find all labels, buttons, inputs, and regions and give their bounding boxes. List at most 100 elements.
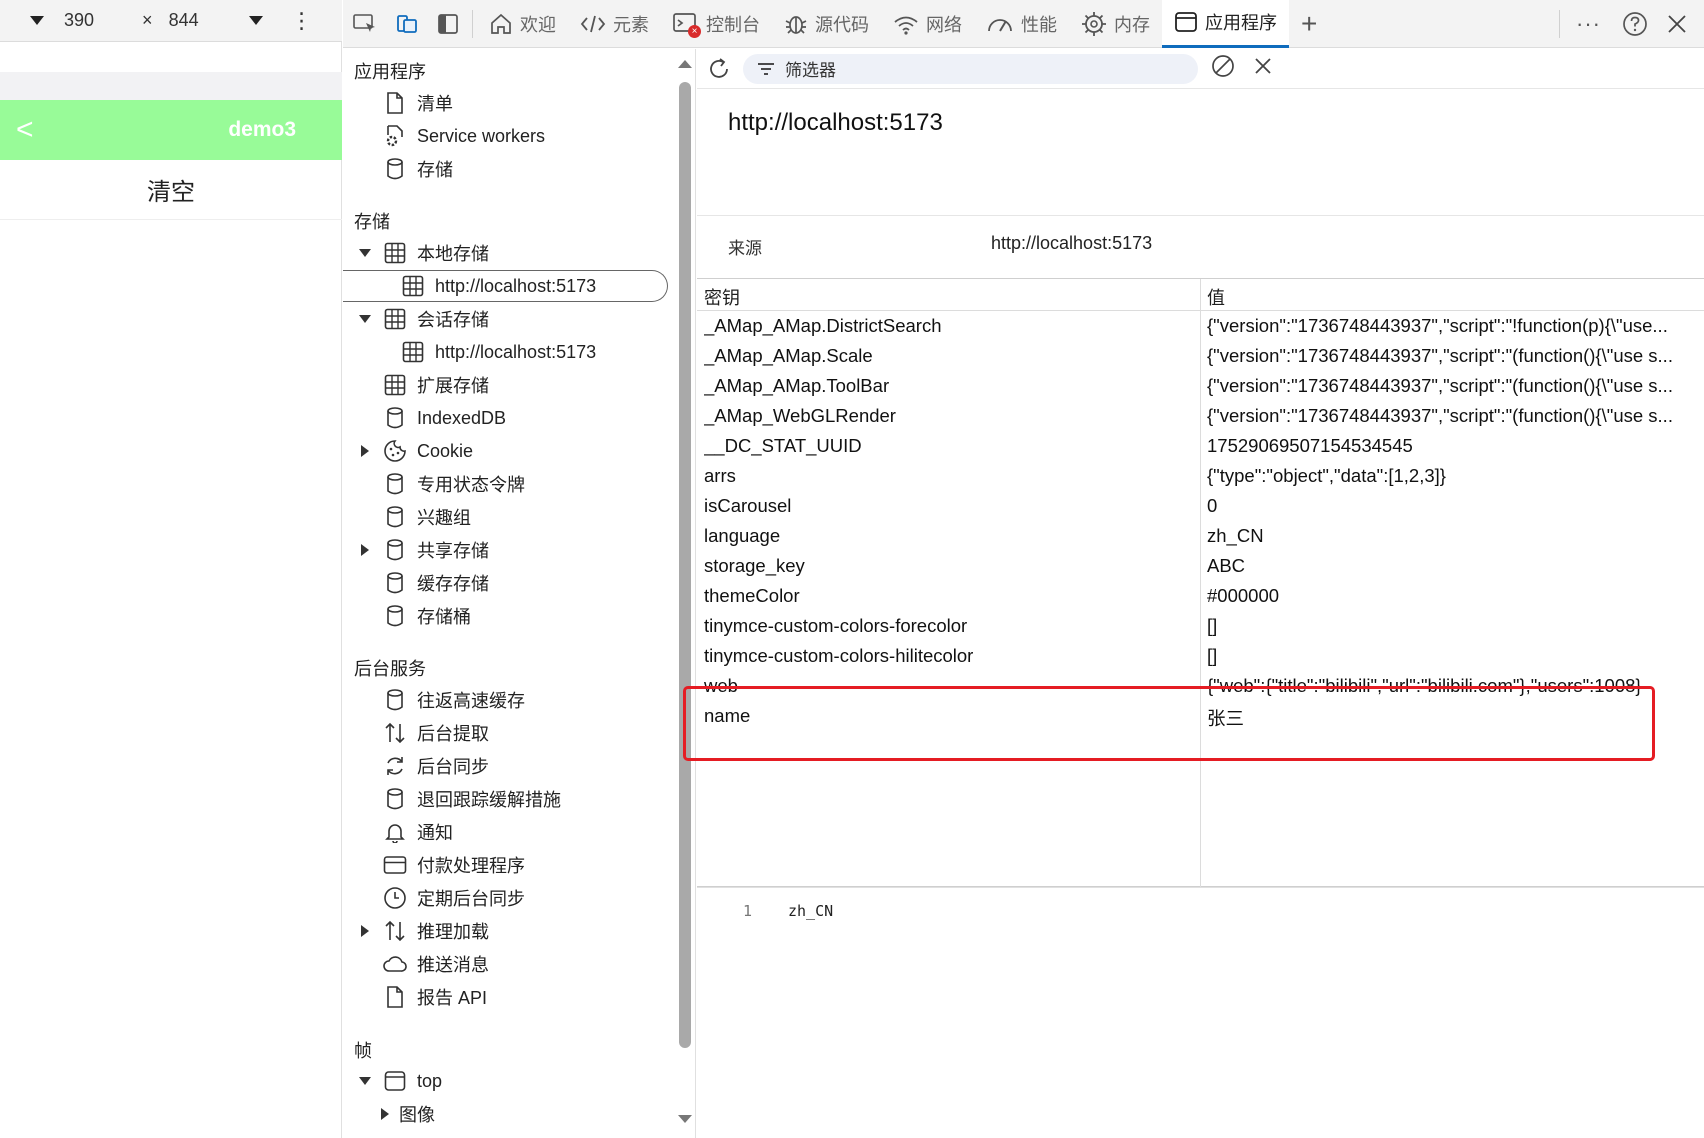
sidebar-item-storage-buckets[interactable]: 存储桶 [383,600,471,632]
more-options-icon[interactable]: ··· [1564,0,1613,48]
sidebar-item-shared-storage[interactable]: 共享存储 [359,534,489,566]
filter-input[interactable]: 筛选器 [743,53,1198,84]
collapse-arrow-icon[interactable] [381,1108,389,1120]
expand-arrow-icon[interactable] [359,1077,371,1085]
device-dropdown-icon[interactable] [30,16,44,25]
expand-arrow-icon[interactable] [359,249,371,257]
row-value[interactable]: {"version":"1736748443937","script":"(fu… [1207,405,1697,427]
tab-sources[interactable]: 源代码 [772,0,881,48]
row-key[interactable]: arrs [704,465,1194,487]
column-header-value[interactable]: 值 [1207,284,1225,310]
sidebar-item-speculative-loads[interactable]: 推理加载 [359,915,489,947]
table-row[interactable]: language zh_CN [697,521,1704,551]
sidebar-item-payment-handler[interactable]: 付款处理程序 [383,849,525,881]
throttle-dropdown-icon[interactable] [248,16,263,25]
refresh-icon[interactable] [699,49,739,89]
row-value[interactable]: {"version":"1736748443937","script":"(fu… [1207,345,1697,367]
collapse-arrow-icon[interactable] [361,925,369,937]
sidebar-item-manifest[interactable]: 清单 [383,87,453,119]
table-row[interactable]: tinymce-custom-colors-forecolor [] [697,611,1704,641]
row-value[interactable]: {"version":"1736748443937","script":"!fu… [1207,315,1697,337]
row-value[interactable]: 17529069507154534545 [1207,435,1697,457]
sidebar-item-private-state-tokens[interactable]: 专用状态令牌 [383,468,525,500]
table-row[interactable]: themeColor #000000 [697,581,1704,611]
table-row[interactable]: arrs {"type":"object","data":[1,2,3]} [697,461,1704,491]
clear-button[interactable]: 清空 [0,160,342,220]
sidebar-item-bfcache[interactable]: 往返高速缓存 [383,684,525,716]
table-row[interactable]: _AMap_AMap.DistrictSearch {"version":"173… [697,311,1704,341]
sidebar-item-frame-top[interactable]: top [359,1065,442,1097]
sidebar-item-background-sync[interactable]: 后台同步 [383,750,489,782]
sidebar-item-bounce-tracking[interactable]: 退回跟踪缓解措施 [383,783,561,815]
row-key[interactable]: storage_key [704,555,1194,577]
table-row[interactable]: __DC_STAT_UUID 17529069507154534545 [697,431,1704,461]
sidebar-item-extension-storage[interactable]: 扩展存储 [383,369,489,401]
sidebar-item-periodic-sync[interactable]: 定期后台同步 [383,882,525,914]
table-row[interactable]: storage_key ABC [697,551,1704,581]
row-value[interactable]: 0 [1207,495,1697,517]
sidebar-item-local-origin[interactable]: http://localhost:5173 [401,270,596,302]
back-arrow-icon[interactable]: < [16,115,34,145]
device-more-icon[interactable]: ⋮ [291,8,313,34]
dock-side-icon[interactable] [428,0,468,48]
scroll-up-icon[interactable] [678,60,692,68]
sidebar-item-interest-groups[interactable]: 兴趣组 [383,501,471,533]
row-key[interactable]: themeColor [704,585,1194,607]
clear-all-icon[interactable] [1210,53,1236,84]
row-key[interactable]: __DC_STAT_UUID [704,435,1194,457]
sidebar-item-storage[interactable]: 存储 [383,153,453,185]
scroll-down-icon[interactable] [678,1115,692,1123]
table-row[interactable]: _AMap_AMap.ToolBar {"version":"1736748443… [697,371,1704,401]
tab-network[interactable]: 网络 [881,0,974,48]
delete-selected-icon[interactable] [1252,55,1274,82]
device-width-input[interactable]: 390 [64,10,94,31]
inspect-icon[interactable] [343,0,386,48]
expand-arrow-icon[interactable] [359,315,371,323]
row-key[interactable]: tinymce-custom-colors-forecolor [704,615,1194,637]
sidebar-item-session-storage[interactable]: 会话存储 [359,303,489,335]
row-key[interactable]: _AMap_AMap.DistrictSearch [704,315,1194,337]
sidebar-item-service-workers[interactable]: Service workers [383,120,545,152]
sidebar-item-cookie[interactable]: Cookie [359,435,473,467]
device-toggle-icon[interactable] [386,0,428,48]
row-key[interactable]: _AMap_AMap.Scale [704,345,1194,367]
row-value[interactable]: [] [1207,615,1697,637]
close-devtools-icon[interactable] [1657,0,1704,48]
row-key[interactable]: _AMap_AMap.ToolBar [704,375,1194,397]
table-row[interactable]: isCarousel 0 [697,491,1704,521]
device-height-input[interactable]: 844 [169,10,199,31]
row-value[interactable]: ABC [1207,555,1697,577]
scrollbar-thumb[interactable] [679,82,691,1048]
row-value[interactable]: [] [1207,645,1697,667]
sidebar-item-cache-storage[interactable]: 缓存存储 [383,567,489,599]
tab-application[interactable]: 应用程序 [1162,0,1289,48]
table-row[interactable]: _AMap_WebGLRender {"version":"17367484439… [697,401,1704,431]
sidebar-item-push-messaging[interactable]: 推送消息 [383,948,489,980]
sidebar-item-session-origin[interactable]: http://localhost:5173 [401,336,596,368]
row-key[interactable]: tinymce-custom-colors-hilitecolor [704,645,1194,667]
table-row[interactable]: tinymce-custom-colors-hilitecolor [] [697,641,1704,671]
sidebar-item-local-storage[interactable]: 本地存储 [359,237,489,269]
sidebar-item-background-fetch[interactable]: 后台提取 [383,717,489,749]
add-tab-button[interactable]: + [1289,0,1329,48]
collapse-arrow-icon[interactable] [361,544,369,556]
row-value[interactable]: {"type":"object","data":[1,2,3]} [1207,465,1697,487]
row-value[interactable]: #000000 [1207,585,1697,607]
sidebar-item-notifications[interactable]: 通知 [383,816,453,848]
tab-welcome[interactable]: 欢迎 [477,0,568,48]
row-value[interactable]: {"version":"1736748443937","script":"(fu… [1207,375,1697,397]
tab-console[interactable]: × 控制台 [661,0,772,48]
help-icon[interactable] [1613,0,1657,48]
sidebar-item-indexeddb[interactable]: IndexedDB [383,402,506,434]
sidebar-item-reporting-api[interactable]: 报告 API [383,981,487,1013]
tab-performance[interactable]: 性能 [974,0,1069,48]
collapse-arrow-icon[interactable] [361,445,369,457]
column-header-key[interactable]: 密钥 [704,284,740,310]
table-row[interactable]: _AMap_AMap.Scale {"version":"173674844393… [697,341,1704,371]
row-key[interactable]: language [704,525,1194,547]
tab-memory[interactable]: 内存 [1069,0,1162,48]
tab-elements[interactable]: 元素 [568,0,661,48]
row-value[interactable]: zh_CN [1207,525,1697,547]
row-key[interactable]: _AMap_WebGLRender [704,405,1194,427]
sidebar-item-images[interactable]: 图像 [379,1098,435,1130]
